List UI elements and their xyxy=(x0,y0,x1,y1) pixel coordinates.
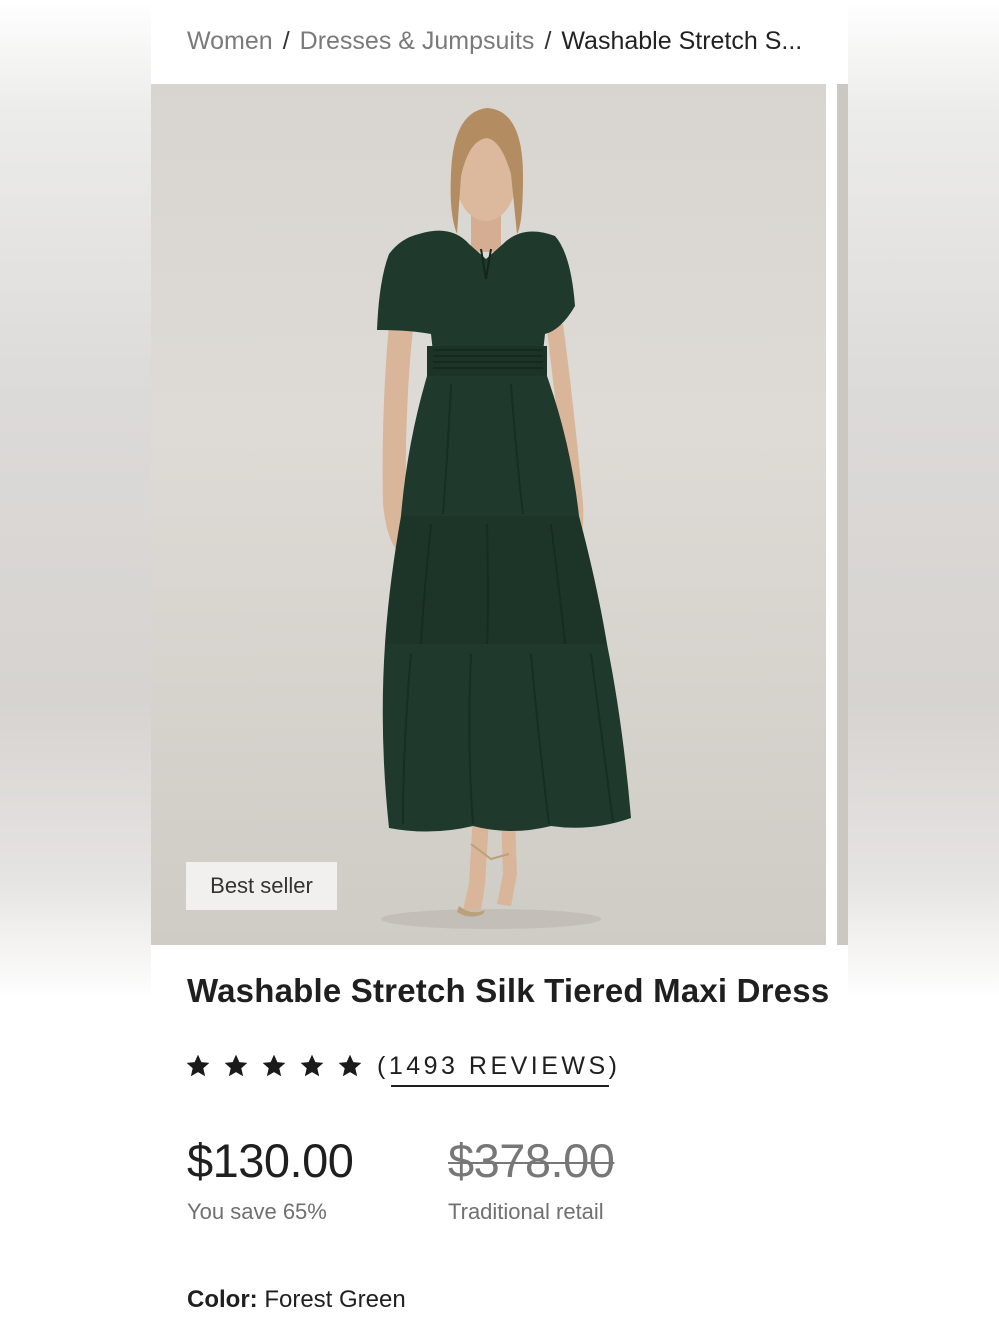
star-icon xyxy=(185,1053,211,1079)
product-image-carousel[interactable]: Best seller xyxy=(151,84,848,945)
color-selection: Color: Forest Green xyxy=(187,1286,406,1314)
breadcrumb-current: Washable Stretch S... xyxy=(561,26,803,55)
product-page: Women / Dresses & Jumpsuits / Washable S… xyxy=(151,0,848,1333)
model-wearing-dress-illustration xyxy=(377,108,631,929)
star-icon xyxy=(261,1053,287,1079)
sale-price: $130.00 xyxy=(187,1134,354,1187)
star-icon xyxy=(223,1053,249,1079)
next-product-image-peek[interactable] xyxy=(837,84,848,945)
retail-price-label: Traditional retail xyxy=(448,1199,604,1224)
product-rating: (1493 REVIEWS) xyxy=(185,1046,621,1087)
color-value: Forest Green xyxy=(264,1286,406,1313)
reviews-link[interactable]: (1493 REVIEWS) xyxy=(377,1051,621,1087)
star-icon xyxy=(337,1053,363,1079)
product-image[interactable]: Best seller xyxy=(151,84,826,945)
breadcrumb-dresses-jumpsuits[interactable]: Dresses & Jumpsuits xyxy=(300,27,535,56)
breadcrumb-separator: / xyxy=(282,26,290,55)
retail-price: $378.00 xyxy=(448,1134,615,1187)
savings-text: You save 65% xyxy=(187,1199,327,1224)
breadcrumb-women[interactable]: Women xyxy=(187,27,273,56)
star-icon xyxy=(299,1053,325,1079)
reviews-link-underline xyxy=(391,1084,609,1087)
breadcrumb-separator: / xyxy=(544,26,552,55)
breadcrumb: Women / Dresses & Jumpsuits / Washable S… xyxy=(187,24,837,58)
color-label: Color: xyxy=(187,1286,258,1313)
product-title: Washable Stretch Silk Tiered Maxi Dress xyxy=(187,972,830,1009)
reviews-count-label: (1493 REVIEWS) xyxy=(377,1051,621,1080)
best-seller-badge: Best seller xyxy=(186,862,337,910)
